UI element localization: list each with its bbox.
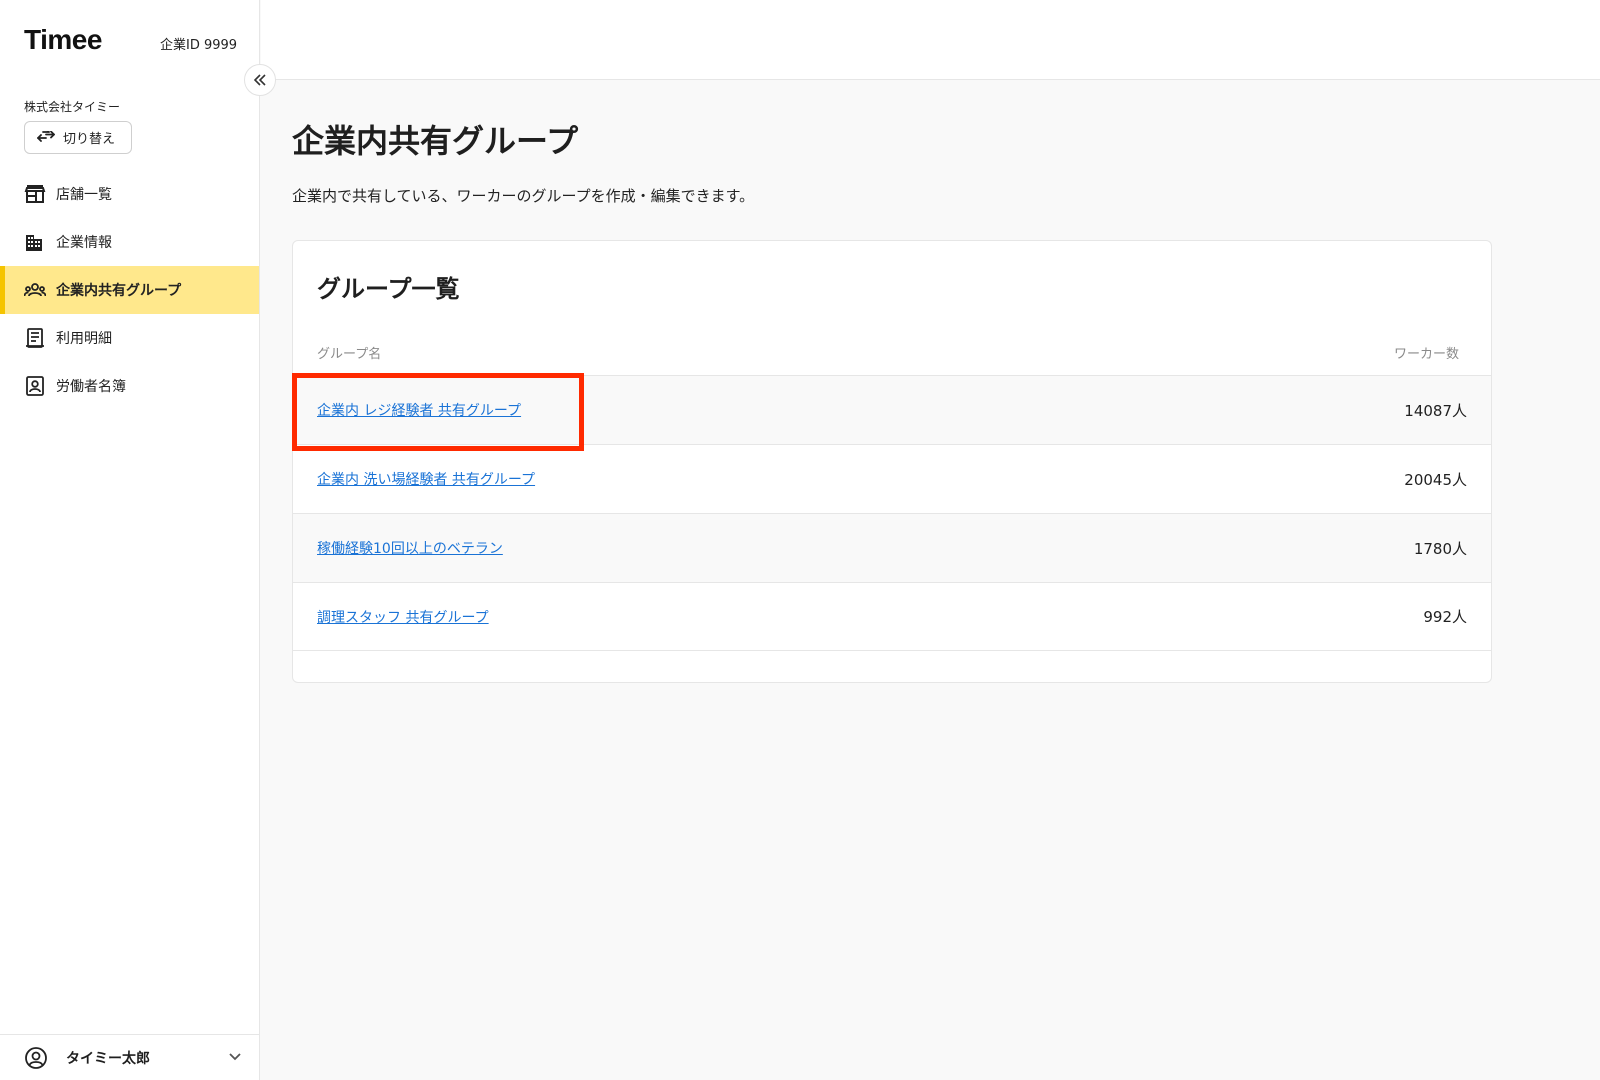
worker-count: 20045人 <box>1404 470 1467 489</box>
group-link[interactable]: 企業内 洗い場経験者 共有グループ <box>317 469 535 489</box>
company-id: 企業ID 9999 <box>160 38 238 53</box>
sidebar-item-label: 労働者名簿 <box>56 379 126 395</box>
group-list-card: グループ一覧 グループ名 ワーカー数 企業内 レジ経験者 共有グループ 1408… <box>292 240 1492 683</box>
contact-book-icon <box>26 376 44 396</box>
sidebar-item-label: 企業情報 <box>56 235 112 251</box>
card-title: グループ一覧 <box>317 275 460 303</box>
sidebar-item-stores[interactable]: 店舗一覧 <box>0 170 259 218</box>
receipt-icon <box>26 328 44 348</box>
user-avatar-icon <box>25 1046 47 1069</box>
group-link[interactable]: 調理スタッフ 共有グループ <box>317 607 489 627</box>
sidebar-item-usage-details[interactable]: 利用明細 <box>0 314 259 362</box>
column-header-worker-count: ワーカー数 <box>1393 347 1459 362</box>
switch-label: 切り替え <box>63 131 116 146</box>
user-name: タイミー太郎 <box>66 1050 150 1067</box>
page-title: 企業内共有グループ <box>292 122 579 160</box>
sidebar: Timee 企業ID 9999 株式会社タイミー 切り替え 店舗一覧 企業情報 <box>0 0 260 1080</box>
top-header <box>261 0 1600 80</box>
sidebar-item-label: 企業内共有グループ <box>56 283 182 299</box>
swap-arrows-icon <box>37 130 55 142</box>
worker-count: 1780人 <box>1413 539 1467 558</box>
table-row: 稼働経験10回以上のベテラン 1780人 <box>293 513 1491 582</box>
collapse-sidebar-button[interactable] <box>244 64 276 96</box>
user-menu[interactable]: タイミー太郎 <box>0 1034 259 1080</box>
sidebar-item-company-info[interactable]: 企業情報 <box>0 218 259 266</box>
group-icon <box>24 283 46 297</box>
table-row: 企業内 洗い場経験者 共有グループ 20045人 <box>293 444 1491 513</box>
company-name: 株式会社タイミー <box>24 100 121 114</box>
sidebar-item-label: 店舗一覧 <box>56 187 112 203</box>
chevrons-left-icon <box>253 74 266 86</box>
page-description: 企業内で共有している、ワーカーのグループを作成・編集できます。 <box>292 187 755 205</box>
chevron-down-icon <box>229 1053 241 1061</box>
timee-logo[interactable]: Timee <box>24 24 102 56</box>
worker-count: 992人 <box>1423 608 1467 626</box>
sidebar-nav: 店舗一覧 企業情報 企業内共有グループ 利用明細 労働者名簿 <box>0 170 259 410</box>
worker-count: 14087人 <box>1404 401 1467 420</box>
sidebar-item-shared-groups[interactable]: 企業内共有グループ <box>0 266 259 314</box>
column-header-group-name: グループ名 <box>317 347 382 362</box>
store-icon <box>24 185 46 203</box>
switch-company-button[interactable]: 切り替え <box>24 121 132 154</box>
table-row: 企業内 レジ経験者 共有グループ 14087人 <box>293 375 1491 444</box>
sidebar-item-worker-roster[interactable]: 労働者名簿 <box>0 362 259 410</box>
group-table: 企業内 レジ経験者 共有グループ 14087人 企業内 洗い場経験者 共有グルー… <box>293 375 1491 651</box>
group-link[interactable]: 稼働経験10回以上のベテラン <box>317 538 503 558</box>
group-link[interactable]: 企業内 レジ経験者 共有グループ <box>317 400 521 420</box>
table-row: 調理スタッフ 共有グループ 992人 <box>293 582 1491 651</box>
building-icon <box>26 235 42 251</box>
sidebar-item-label: 利用明細 <box>56 331 112 347</box>
